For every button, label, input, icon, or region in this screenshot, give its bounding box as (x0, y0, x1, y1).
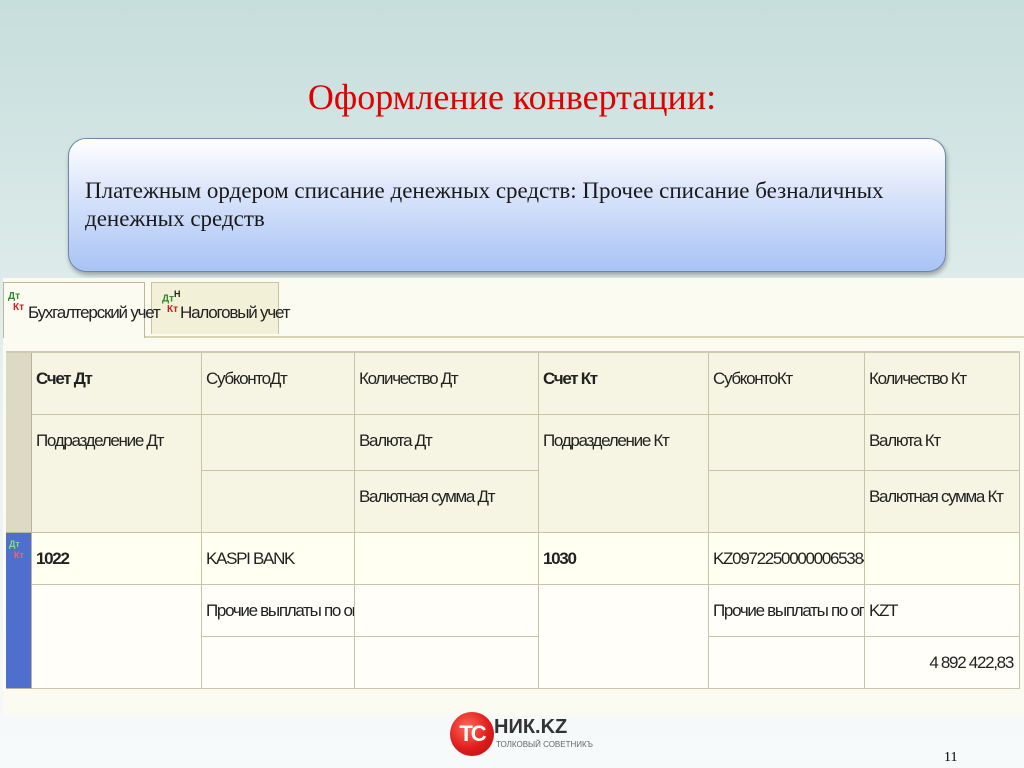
tab-bar: Дт Кт Бухгалтерский учет ДтН Кт Налоговы… (3, 278, 1024, 338)
cell-credit-currency[interactable]: KZT (865, 585, 1020, 637)
cell-debit-division[interactable] (32, 585, 202, 689)
kt-label: Кт (13, 302, 25, 313)
header-debit-currency[interactable]: Валюта Дт (355, 415, 539, 471)
logo-mark: ТС (450, 712, 494, 756)
company-logo: ТС НИК.KZ ТОЛКОВЫЙ СОВЕТНИКЪ (450, 712, 593, 756)
cell-credit-quantity[interactable] (865, 533, 1020, 585)
header-credit-subconto3[interactable] (709, 471, 865, 533)
header-credit-account[interactable]: Счет Кт (539, 353, 709, 415)
cell-credit-account[interactable]: 1030 (539, 533, 709, 585)
header-credit-subconto[interactable]: СубконтоКт (709, 353, 865, 415)
cell-credit-subconto3[interactable] (709, 637, 865, 689)
dt-kt-row-icon: Дт Кт (9, 539, 24, 561)
cell-debit-quantity[interactable] (355, 533, 539, 585)
callout-text: Платежным ордером списание денежных сред… (85, 178, 884, 231)
cell-debit-account[interactable]: 1022 (32, 533, 202, 585)
logo-brand: НИК.KZ (494, 716, 568, 738)
tab-tax-label: Налоговый учет (180, 303, 290, 322)
header-debit-subconto2[interactable] (202, 415, 355, 471)
header-debit-subconto3[interactable] (202, 471, 355, 533)
cell-debit-currency[interactable] (355, 585, 539, 637)
cell-credit-division[interactable] (539, 585, 709, 689)
slide-title: Оформление конвертации: (307, 77, 717, 117)
kt-label: Кт (167, 304, 179, 316)
dt-label: Дт (9, 539, 20, 549)
cell-debit-subconto2[interactable]: Прочие выплаты по опе... (202, 585, 355, 637)
cell-credit-subconto2[interactable]: Прочие выплаты по опер... (709, 585, 865, 637)
header-row-marker (6, 353, 32, 533)
tab-accounting[interactable]: Дт Кт Бухгалтерский учет (3, 282, 161, 338)
dt-kt-tax-icon: ДтН Кт (162, 289, 181, 315)
tab-accounting-label: Бухгалтерский учет (28, 303, 161, 322)
cell-debit-currency-amount[interactable] (355, 637, 539, 689)
header-credit-division[interactable]: Подразделение Кт (539, 415, 709, 533)
kt-label: Кт (14, 550, 24, 560)
header-credit-quantity[interactable]: Количество Кт (865, 353, 1020, 415)
header-credit-subconto2[interactable] (709, 415, 865, 471)
cell-debit-subconto3[interactable] (202, 637, 355, 689)
header-credit-currency[interactable]: Валюта Кт (865, 415, 1020, 471)
header-credit-currency-amount[interactable]: Валютная сумма Кт (865, 471, 1020, 533)
tax-sup-label: Н (174, 289, 181, 299)
row-marker[interactable]: Дт Кт (6, 533, 32, 689)
cell-debit-subconto1[interactable]: KASPI BANK (202, 533, 355, 585)
description-callout: Платежным ордером списание денежных сред… (68, 138, 946, 272)
header-debit-quantity[interactable]: Количество Дт (355, 353, 539, 415)
cell-credit-currency-amount[interactable]: 4 892 422,83 (865, 637, 1020, 689)
dt-label: Дт (162, 293, 175, 305)
page-number: 11 (944, 750, 958, 765)
header-debit-account[interactable]: Счет Дт (32, 353, 202, 415)
cell-credit-subconto1[interactable]: KZ097225000000653845 ... (709, 533, 865, 585)
tab-tax[interactable]: ДтН Кт Налоговый учет (151, 282, 290, 334)
accounting-screenshot: Дт Кт Бухгалтерский учет ДтН Кт Налоговы… (3, 278, 1024, 715)
dt-kt-icon: Дт Кт (8, 291, 24, 313)
header-debit-division[interactable]: Подразделение Дт (32, 415, 202, 533)
header-debit-currency-amount[interactable]: Валютная сумма Дт (355, 471, 539, 533)
header-debit-subconto[interactable]: СубконтоДт (202, 353, 355, 415)
dt-label: Дт (8, 291, 21, 302)
logo-tagline: ТОЛКОВЫЙ СОВЕТНИКЪ (496, 740, 593, 749)
